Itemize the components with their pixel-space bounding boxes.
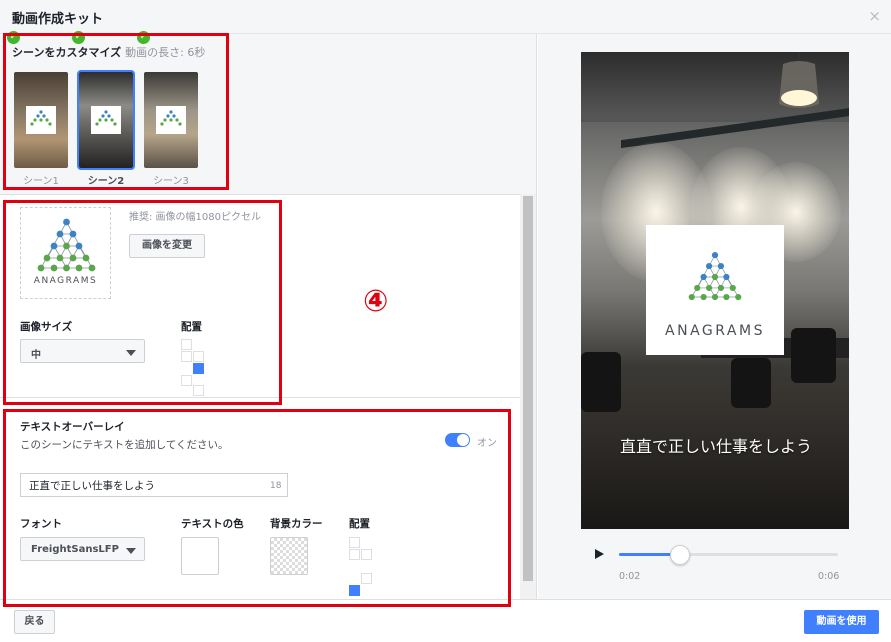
scrollbar-thumb[interactable]	[523, 196, 533, 581]
scene-1-label: シーン1	[23, 176, 59, 187]
anagrams-logo-icon	[37, 218, 96, 272]
scenes-header: シーンをカスタマイズ 動画の長さ: 6秒	[12, 44, 205, 60]
text-overlay-toggle[interactable]	[445, 433, 470, 447]
text-overlay-description: このシーンにテキストを追加してください。	[20, 439, 229, 451]
image-size-label: 画像サイズ	[20, 321, 73, 333]
scene-3-logo	[156, 106, 186, 134]
text-placement-label: 配置	[349, 518, 370, 530]
font-select[interactable]: FreightSansLFP	[20, 537, 145, 561]
text-color-swatch[interactable]	[181, 537, 219, 575]
placement-cell-selected[interactable]	[349, 585, 360, 596]
font-label: フォント	[20, 518, 62, 530]
play-icon[interactable]	[595, 549, 604, 559]
image-placement-label: 配置	[181, 321, 202, 333]
chevron-down-icon	[126, 350, 136, 356]
chevron-down-icon	[126, 548, 136, 554]
text-overlay-heading: テキストオーバーレイ	[20, 421, 125, 433]
bg-color-swatch[interactable]	[270, 537, 308, 575]
placement-cell[interactable]	[193, 351, 204, 362]
use-video-button[interactable]: 動画を使用	[804, 610, 879, 634]
placement-cell[interactable]	[349, 549, 360, 560]
pendant-lamp	[779, 52, 819, 108]
font-value: FreightSansLFP	[31, 544, 119, 555]
image-size-select[interactable]: 中	[20, 339, 145, 363]
placement-cell-selected[interactable]	[193, 363, 204, 374]
text-color-label: テキストの色	[181, 518, 244, 530]
bg-color-label: 背景カラー	[270, 518, 323, 530]
placement-cell[interactable]	[361, 549, 372, 560]
scene-1-logo	[26, 106, 56, 134]
dialog-titlebar: 動画作成キット ×	[0, 0, 891, 34]
scene-2-check-icon: ✓	[72, 31, 85, 44]
preview-logo-card: ANAGRAMS	[646, 225, 784, 355]
placement-cell[interactable]	[181, 375, 192, 386]
scene-1-check-icon: ✓	[7, 31, 20, 44]
placement-cell[interactable]	[193, 385, 204, 396]
placement-cell[interactable]	[181, 351, 192, 362]
logo-brand-text: ANAGRAMS	[33, 276, 98, 286]
placement-cell[interactable]	[349, 537, 360, 548]
preview-brand-text: ANAGRAMS	[665, 323, 765, 339]
logo-image-preview: ANAGRAMS	[20, 207, 111, 299]
scene-2-thumbnail[interactable]	[77, 70, 135, 170]
placement-cell[interactable]	[361, 573, 372, 584]
scene-3-check-icon: ✓	[137, 31, 150, 44]
preview-overlay-text: 直直で正しい仕事をしよう	[619, 437, 812, 456]
text-placement-grid[interactable]	[349, 537, 375, 599]
time-current: 0:02	[619, 571, 641, 582]
anagrams-logo-icon	[688, 252, 742, 301]
annotation-marker: ④	[363, 284, 389, 319]
time-total: 0:06	[818, 571, 840, 582]
overlay-text-input[interactable]	[20, 473, 288, 497]
panel-scrollbar[interactable]	[520, 194, 536, 599]
close-icon[interactable]: ×	[868, 7, 881, 25]
image-placement-grid[interactable]	[181, 339, 207, 397]
placement-cell[interactable]	[181, 339, 192, 350]
video-duration: 動画の長さ: 6秒	[125, 46, 206, 59]
image-size-value: 中	[31, 350, 41, 361]
toggle-knob	[457, 434, 469, 446]
back-button[interactable]: 戻る	[14, 610, 55, 634]
scene-3-thumbnail[interactable]	[144, 72, 198, 168]
toggle-state-label: オン	[477, 438, 497, 449]
scene-1-thumbnail[interactable]	[14, 72, 68, 168]
char-count: 18	[270, 481, 282, 491]
section-divider	[0, 397, 520, 398]
video-preview: ANAGRAMS 直直で正しい仕事をしよう	[581, 52, 849, 529]
scene-2-label: シーン2	[87, 176, 125, 187]
playback-slider[interactable]	[619, 545, 838, 565]
scenes-heading: シーンをカスタマイズ	[12, 46, 122, 59]
change-image-button[interactable]: 画像を変更	[129, 234, 205, 258]
image-recommendation: 推奨: 画像の幅1080ピクセル	[129, 212, 261, 223]
dialog-footer	[0, 599, 891, 642]
scene-3-label: シーン3	[153, 176, 189, 187]
dialog-title: 動画作成キット	[12, 12, 104, 27]
scene-2-logo	[91, 106, 121, 134]
